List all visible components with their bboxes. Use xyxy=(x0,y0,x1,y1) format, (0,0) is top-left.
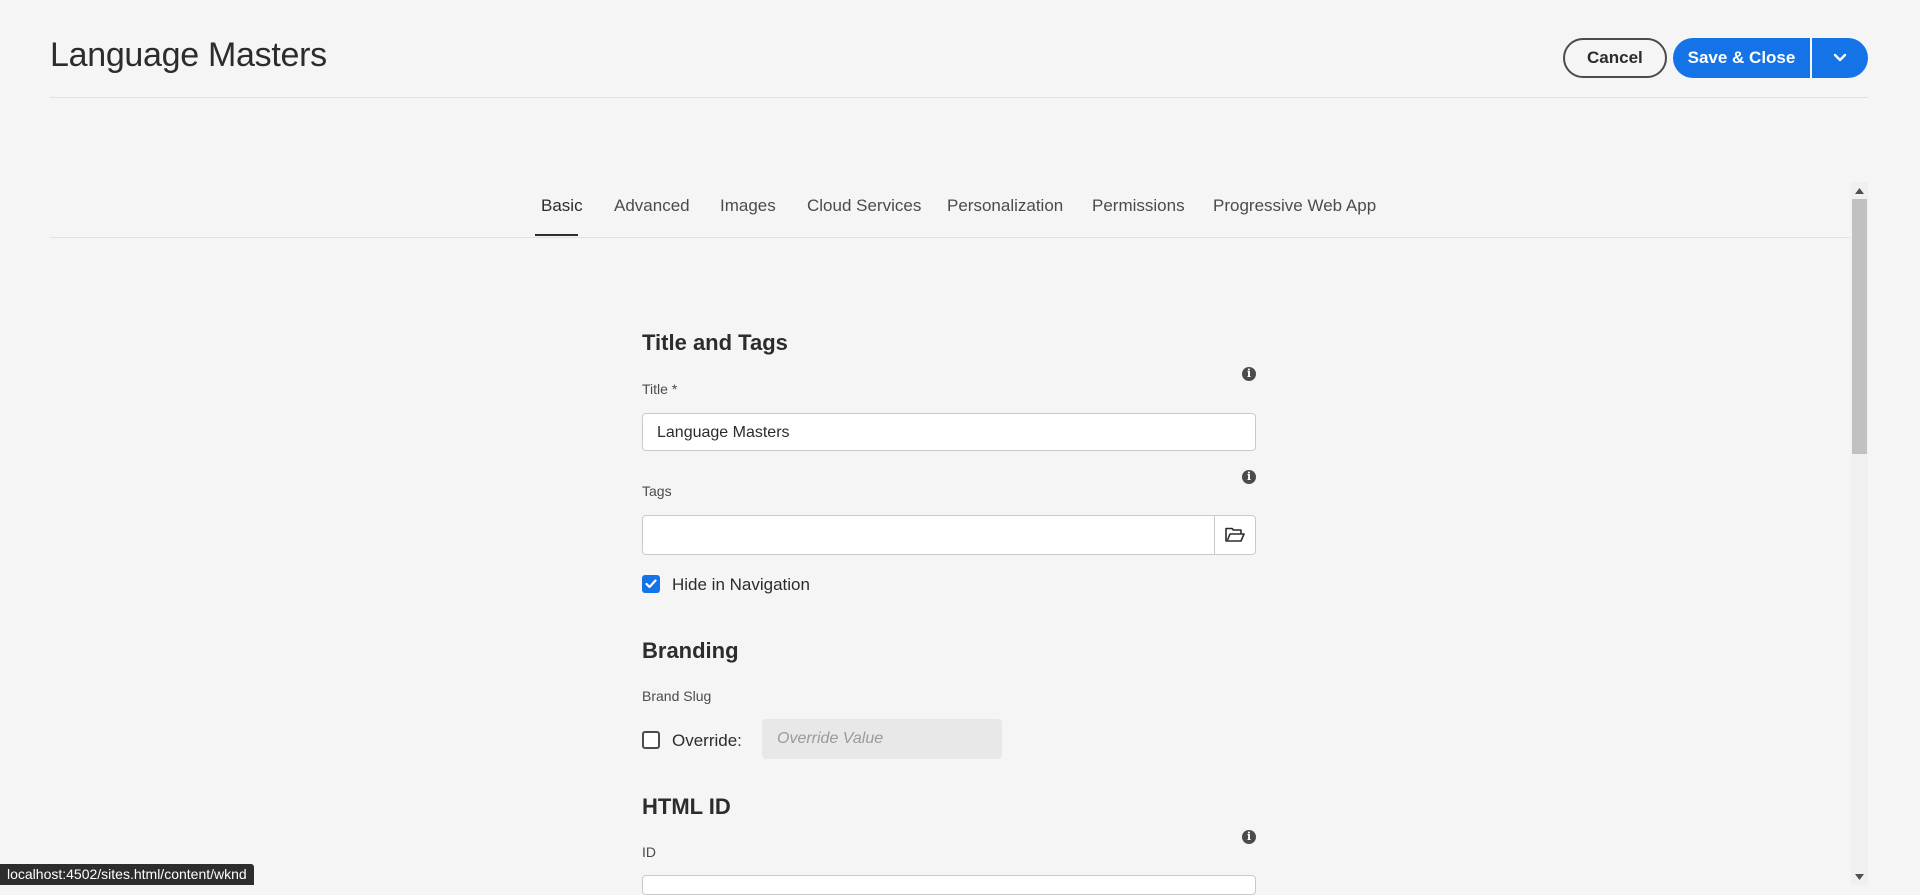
save-close-button[interactable]: Save & Close xyxy=(1673,38,1810,78)
header: Language Masters Cancel Save & Close xyxy=(50,0,1868,98)
info-icon[interactable]: i xyxy=(1242,470,1256,484)
title-label: Title * xyxy=(642,381,678,397)
tab-advanced[interactable]: Advanced xyxy=(614,196,690,216)
info-icon[interactable]: i xyxy=(1242,830,1256,844)
active-tab-indicator xyxy=(535,234,578,236)
override-checkbox[interactable] xyxy=(642,731,660,749)
cancel-button[interactable]: Cancel xyxy=(1563,38,1667,78)
scroll-down-arrow-icon[interactable] xyxy=(1851,868,1868,885)
section-branding-heading: Branding xyxy=(642,638,739,663)
tab-bar: Basic Advanced Images Cloud Services Per… xyxy=(50,178,1850,238)
id-input[interactable] xyxy=(642,875,1256,895)
tags-label: Tags xyxy=(642,483,672,499)
tab-progressive-web-app[interactable]: Progressive Web App xyxy=(1213,196,1376,216)
tab-personalization[interactable]: Personalization xyxy=(947,196,1063,216)
hide-in-navigation-label: Hide in Navigation xyxy=(672,575,810,594)
override-label: Override: xyxy=(672,731,742,750)
section-title-and-tags-heading: Title and Tags xyxy=(642,330,788,355)
tab-permissions[interactable]: Permissions xyxy=(1092,196,1185,216)
tab-basic[interactable]: Basic xyxy=(541,196,583,216)
info-icon[interactable]: i xyxy=(1242,367,1256,381)
scrollbar[interactable] xyxy=(1851,182,1868,885)
tab-images[interactable]: Images xyxy=(720,196,776,216)
scrollbar-thumb[interactable] xyxy=(1852,199,1867,454)
brand-slug-label: Brand Slug xyxy=(642,688,712,704)
checkmark-icon xyxy=(645,579,657,589)
chevron-down-icon xyxy=(1833,53,1847,62)
scroll-up-arrow-icon[interactable] xyxy=(1851,182,1868,199)
override-value-input[interactable]: Override Value xyxy=(762,719,1002,759)
id-label: ID xyxy=(642,844,656,860)
title-input[interactable]: Language Masters xyxy=(642,413,1256,451)
section-html-id-heading: HTML ID xyxy=(642,794,731,819)
tags-browse-button[interactable] xyxy=(1214,516,1255,554)
status-bar-url: localhost:4502/sites.html/content/wknd xyxy=(0,864,254,885)
hide-in-navigation-checkbox[interactable] xyxy=(642,575,660,593)
save-options-dropdown-button[interactable] xyxy=(1812,38,1868,78)
tags-input[interactable] xyxy=(642,515,1256,555)
folder-icon xyxy=(1225,527,1245,542)
tab-cloud-services[interactable]: Cloud Services xyxy=(807,196,921,216)
page-title: Language Masters xyxy=(50,36,327,74)
